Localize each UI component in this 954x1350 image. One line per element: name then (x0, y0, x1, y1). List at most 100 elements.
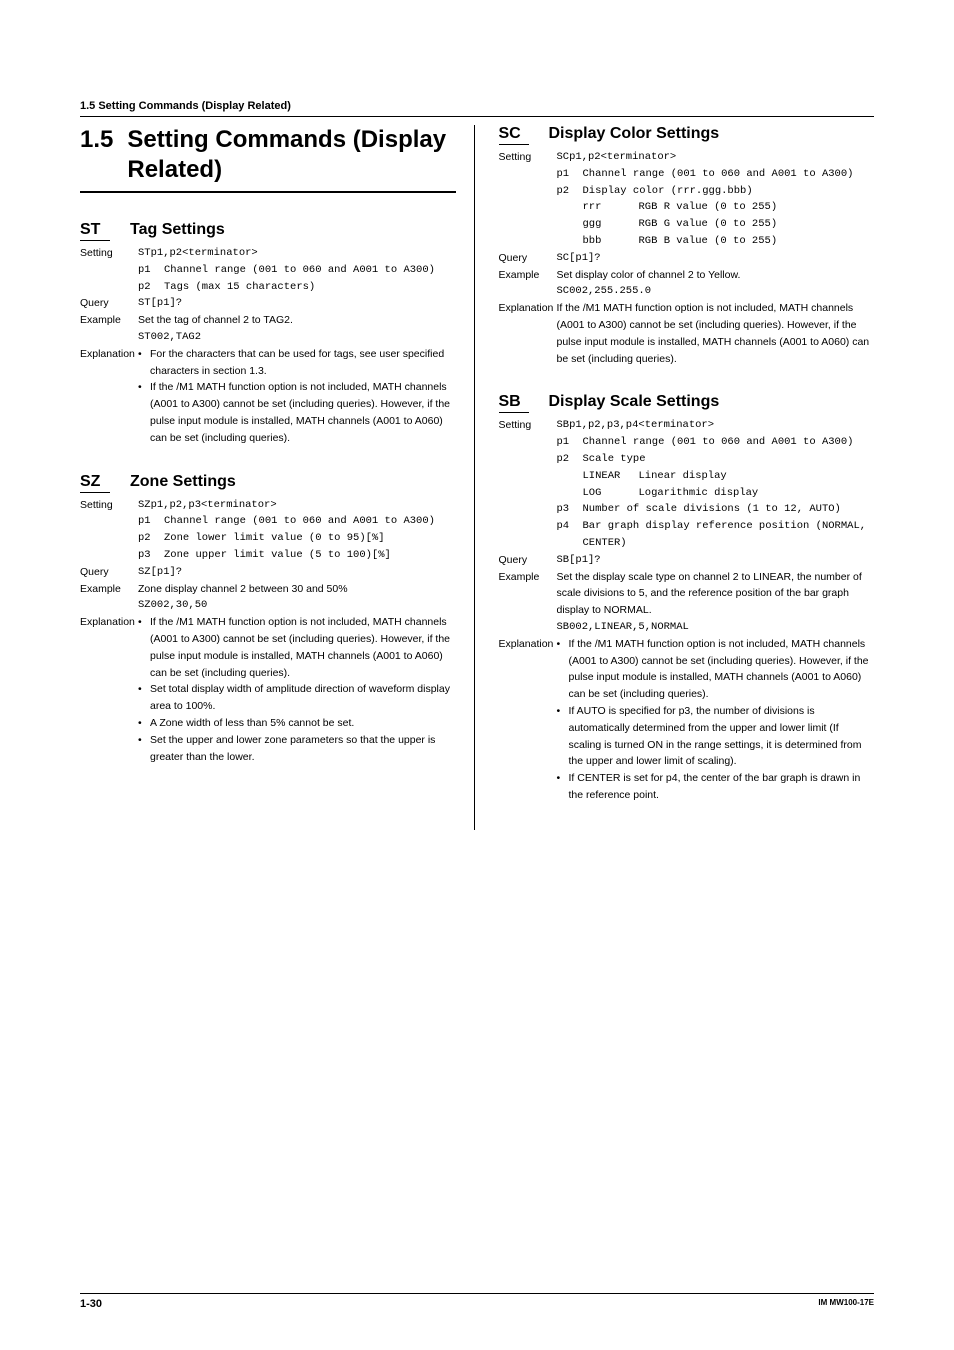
param-val: Display color (rrr.ggg.bbb) (583, 183, 875, 200)
label-explanation: Explanation (499, 300, 557, 367)
cmd-name: Display Color Settings (549, 125, 720, 143)
list-item: If AUTO is specified for p3, the number … (557, 703, 875, 770)
param-key: p1 (557, 166, 575, 183)
explanation-list: If the /M1 MATH function option is not i… (557, 636, 875, 804)
cmd-code: SB (499, 393, 529, 413)
param-key: p2 (557, 183, 575, 200)
explanation-text: If the /M1 MATH function option is not i… (557, 300, 875, 367)
example-text: Zone display channel 2 between 30 and 50… (138, 581, 456, 598)
param-val: Tags (max 15 characters) (164, 279, 456, 296)
label-example: Example (80, 581, 138, 615)
query: SB[p1]? (557, 552, 875, 569)
example-code: SB002,LINEAR,5,NORMAL (557, 619, 875, 636)
param-key: p2 (138, 530, 156, 547)
subparam-val: RGB R value (0 to 255) (639, 199, 875, 216)
left-column: 1.5 Setting Commands (Display Related) S… (80, 125, 475, 830)
example-text: Set display color of channel 2 to Yellow… (557, 267, 875, 284)
label-example: Example (499, 267, 557, 301)
cmd-code: SC (499, 125, 529, 145)
subparam-key: ggg (583, 216, 631, 233)
param-key: p4 (557, 518, 575, 552)
param-val: Channel range (001 to 060 and A001 to A3… (583, 166, 875, 183)
section-name: Setting Commands (Display Related) (127, 125, 455, 185)
param-val: Number of scale divisions (1 to 12, AUTO… (583, 501, 875, 518)
param-key: p1 (138, 513, 156, 530)
right-column: SC Display Color Settings Setting SCp1,p… (499, 125, 875, 830)
example-code: ST002,TAG2 (138, 329, 456, 346)
section-title: 1.5 Setting Commands (Display Related) (80, 125, 456, 193)
subparam-val: RGB B value (0 to 255) (639, 233, 875, 250)
list-item: If the /M1 MATH function option is not i… (138, 614, 456, 681)
list-item: If CENTER is set for p4, the center of t… (557, 770, 875, 804)
columns: 1.5 Setting Commands (Display Related) S… (80, 125, 874, 830)
query: ST[p1]? (138, 295, 456, 312)
page-number: 1-30 (80, 1298, 102, 1310)
param-key: p2 (557, 451, 575, 468)
subparam-val: RGB G value (0 to 255) (639, 216, 875, 233)
subparam-key: LOG (583, 485, 631, 502)
label-setting: Setting (499, 417, 557, 551)
label-query: Query (80, 564, 138, 581)
param-val: Channel range (001 to 060 and A001 to A3… (164, 262, 456, 279)
command-sb: SB Display Scale Settings Setting SBp1,p… (499, 393, 875, 803)
label-query: Query (499, 552, 557, 569)
label-example: Example (80, 312, 138, 346)
cmd-code: SZ (80, 473, 110, 493)
query: SC[p1]? (557, 250, 875, 267)
syntax: SBp1,p2,p3,p4<terminator> (557, 417, 875, 434)
param-key: p3 (557, 501, 575, 518)
command-st: ST Tag Settings Setting STp1,p2<terminat… (80, 221, 456, 447)
list-item: Set total display width of amplitude dir… (138, 681, 456, 715)
label-explanation: Explanation (80, 614, 138, 765)
label-setting: Setting (80, 497, 138, 564)
list-item: For the characters that can be used for … (138, 346, 456, 380)
section-number: 1.5 (80, 126, 113, 154)
explanation-list: For the characters that can be used for … (138, 346, 456, 447)
param-val: Zone lower limit value (0 to 95)[%] (164, 530, 456, 547)
syntax: SCp1,p2<terminator> (557, 149, 875, 166)
list-item: Set the upper and lower zone parameters … (138, 732, 456, 766)
param-val: Bar graph display reference position (NO… (583, 518, 875, 552)
param-key: p1 (138, 262, 156, 279)
cmd-name: Zone Settings (130, 473, 236, 491)
cmd-name: Display Scale Settings (549, 393, 720, 411)
list-item: A Zone width of less than 5% cannot be s… (138, 715, 456, 732)
label-explanation: Explanation (499, 636, 557, 804)
param-val: Channel range (001 to 060 and A001 to A3… (164, 513, 456, 530)
subparam-val: Logarithmic display (639, 485, 875, 502)
param-key: p3 (138, 547, 156, 564)
param-val: Scale type (583, 451, 875, 468)
example-text: Set the display scale type on channel 2 … (557, 569, 875, 619)
subparam-key: rrr (583, 199, 631, 216)
label-explanation: Explanation (80, 346, 138, 447)
page-footer: 1-30 IM MW100-17E (80, 1293, 874, 1310)
subparam-key: LINEAR (583, 468, 631, 485)
label-example: Example (499, 569, 557, 636)
cmd-code: ST (80, 221, 110, 241)
param-key: p1 (557, 434, 575, 451)
label-query: Query (499, 250, 557, 267)
syntax: STp1,p2<terminator> (138, 245, 456, 262)
page: 1.5 Setting Commands (Display Related) 1… (0, 0, 954, 1350)
subparam-val: Linear display (639, 468, 875, 485)
query: SZ[p1]? (138, 564, 456, 581)
param-val: Channel range (001 to 060 and A001 to A3… (583, 434, 875, 451)
example-code: SC002,255.255.0 (557, 283, 875, 300)
command-sz: SZ Zone Settings Setting SZp1,p2,p3<term… (80, 473, 456, 766)
example-code: SZ002,30,50 (138, 597, 456, 614)
explanation-list: If the /M1 MATH function option is not i… (138, 614, 456, 765)
list-item: If the /M1 MATH function option is not i… (138, 379, 456, 446)
syntax: SZp1,p2,p3<terminator> (138, 497, 456, 514)
param-val: Zone upper limit value (5 to 100)[%] (164, 547, 456, 564)
subparam-key: bbb (583, 233, 631, 250)
label-setting: Setting (80, 245, 138, 295)
example-text: Set the tag of channel 2 to TAG2. (138, 312, 456, 329)
command-sc: SC Display Color Settings Setting SCp1,p… (499, 125, 875, 367)
param-key: p2 (138, 279, 156, 296)
label-query: Query (80, 295, 138, 312)
list-item: If the /M1 MATH function option is not i… (557, 636, 875, 703)
doc-id: IM MW100-17E (818, 1298, 874, 1310)
label-setting: Setting (499, 149, 557, 250)
cmd-name: Tag Settings (130, 221, 225, 239)
running-header: 1.5 Setting Commands (Display Related) (80, 100, 874, 117)
